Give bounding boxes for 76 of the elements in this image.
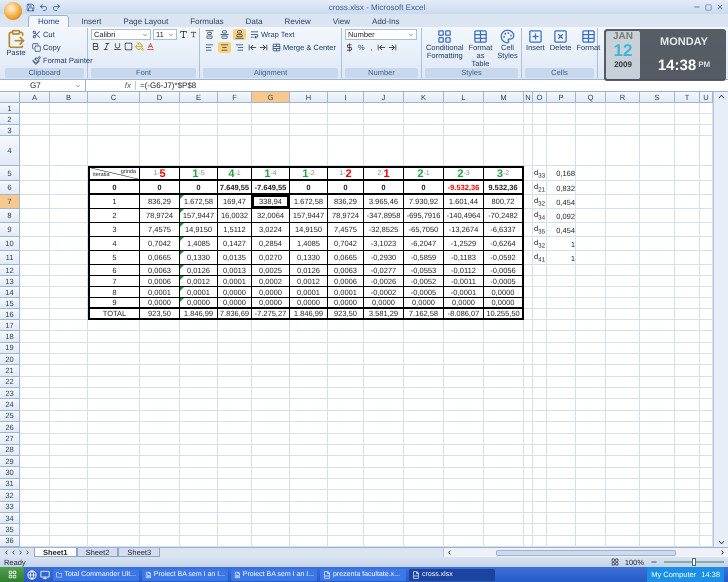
calendar-day: 12 [614,42,632,61]
scrollbar-thumb[interactable] [496,550,676,556]
currency-icon[interactable] [345,43,354,52]
ribbon-tab[interactable]: Add-Ins [362,15,410,27]
styles-icon[interactable] [437,29,452,44]
italic-icon[interactable] [102,42,111,51]
bold-icon[interactable] [91,42,100,51]
maximize-icon[interactable] [705,4,712,10]
slider-thumb[interactable] [692,558,696,566]
merge-cells-icon[interactable] [272,43,281,52]
shrink-font-icon[interactable] [190,31,197,38]
ribbon-tab[interactable]: Data [236,15,273,27]
normal-view-icon[interactable] [610,558,619,566]
last-sheet-icon[interactable] [24,549,31,556]
browser-icon[interactable] [27,570,37,580]
clipboard-icon[interactable] [6,29,26,49]
styles-icon[interactable] [472,29,488,44]
scroll-right-icon[interactable] [719,549,726,556]
window-title: cross.xlsx - Microsoft Excel [328,2,426,12]
ribbon-tab[interactable]: View [322,15,360,27]
file-icon[interactable] [323,570,331,578]
error-indicator-icon[interactable] [180,237,184,241]
ribbon-tab[interactable]: Insert [71,15,112,27]
first-sheet-icon[interactable] [3,549,10,556]
save-icon[interactable] [26,2,35,12]
ribbon-tab[interactable]: Review [274,15,321,27]
error-indicator-icon[interactable] [180,287,184,291]
previous-sheet-icon[interactable] [10,549,17,556]
error-indicator-icon[interactable] [180,265,184,269]
calendar-month: JAN [612,31,633,42]
error-indicator-icon[interactable] [180,276,184,280]
ribbon-tab[interactable]: Formulas [180,15,234,27]
cells-icon[interactable] [553,29,568,44]
horizontal-scrollbar[interactable] [443,548,728,557]
underline-icon[interactable] [113,42,122,51]
fill-color-icon[interactable] [135,42,144,51]
windows-logo-icon[interactable] [8,570,16,579]
undo-icon[interactable] [39,2,48,12]
error-indicator-icon[interactable] [180,223,184,227]
decrease-indent-icon[interactable] [248,43,257,52]
weekday-label: MONDAY [660,36,708,48]
file-icon[interactable] [412,570,420,578]
styles-icon[interactable] [500,29,515,44]
clock-meridiem: PM [698,61,710,70]
calendar-year: 2009 [614,60,632,70]
error-indicator-icon[interactable] [180,298,184,302]
start-button[interactable] [0,567,24,582]
scroll-down-icon[interactable] [716,538,726,547]
cells-icon[interactable] [580,29,596,44]
increase-indent-icon[interactable] [259,43,268,52]
paintbrush-icon[interactable] [32,56,41,65]
redo-icon[interactable] [52,2,61,12]
desktop-icon[interactable] [40,570,50,580]
ribbon-tab[interactable]: Page Layout [113,15,178,27]
file-icon[interactable] [234,570,241,578]
close-icon[interactable] [716,3,724,11]
border-icon[interactable] [124,42,133,51]
worksheet-grid[interactable] [0,92,713,547]
vertical-scrollbar[interactable] [713,92,728,547]
next-sheet-icon[interactable] [17,549,24,556]
scissors-icon[interactable] [32,30,41,39]
wrap-text-icon[interactable] [250,30,259,39]
cells-icon[interactable] [528,29,543,44]
copy-icon[interactable] [32,43,41,52]
clock-time: 14:38 [658,58,696,74]
file-icon[interactable] [145,570,152,578]
error-indicator-icon[interactable] [180,195,184,199]
scroll-left-icon[interactable] [446,549,453,556]
grow-font-icon[interactable] [179,30,188,39]
ribbon-tab[interactable]: Home [28,15,70,27]
formula-field[interactable]: =(-G6-J7)*$P$8 [136,81,728,90]
scroll-up-icon[interactable] [716,92,726,101]
font-color-icon[interactable] [146,42,155,51]
error-indicator-icon[interactable] [180,209,184,213]
insert-function-button[interactable]: fx [86,81,136,90]
error-indicator-icon[interactable] [180,251,184,255]
